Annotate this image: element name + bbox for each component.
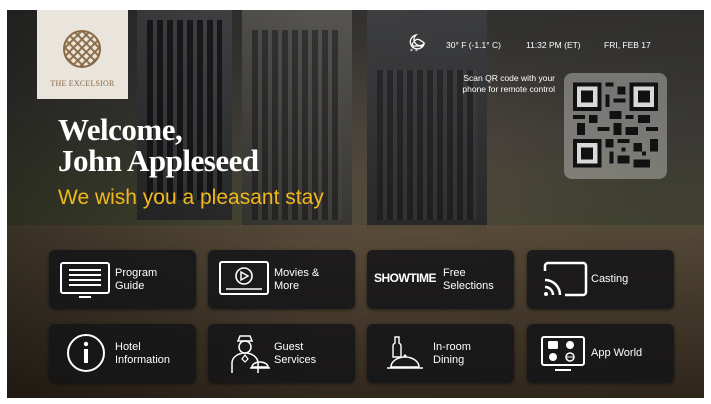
cast-icon <box>543 261 588 297</box>
guest-name: John Appleseed <box>58 143 259 178</box>
clock-time: 11:32 PM (ET) <box>526 40 581 50</box>
tile-label: Movies & More <box>274 250 319 309</box>
tile-label-line1: Movies & <box>274 266 320 279</box>
welcome-tagline: We wish you a pleasant stay <box>58 186 324 209</box>
tv-guide-icon <box>60 262 110 298</box>
tile-label-line1: App World <box>591 347 643 359</box>
tile-label: Casting <box>591 250 628 309</box>
showtime-logo: SHOWTIME <box>374 271 437 285</box>
concierge-icon <box>231 335 270 373</box>
tile-label-line1: Casting <box>591 273 629 285</box>
hotel-name: THE EXCELSIOR <box>50 79 115 88</box>
moon-cloud-snow-icon: * * <box>409 33 426 54</box>
dining-cloche-icon <box>387 336 423 369</box>
tile-label: Guest Services <box>274 324 316 383</box>
welcome-line1: Welcome, <box>58 112 183 147</box>
tile-program-guide[interactable]: Program Guide <box>49 250 196 309</box>
tile-hotel-information[interactable]: Hotel Information <box>49 324 196 383</box>
tile-casting[interactable]: Casting <box>527 250 674 309</box>
tile-in-room-dining[interactable]: In-room Dining <box>367 324 514 383</box>
qr-instructions-line2: phone for remote control <box>462 84 555 94</box>
tile-label-line2: More <box>274 279 300 292</box>
tile-label-line1: In-room <box>433 340 471 353</box>
play-screen-icon <box>219 261 269 295</box>
hotel-logo-icon <box>63 30 101 68</box>
tile-label-line1: Guest <box>274 340 304 353</box>
tile-label-line2: Selections <box>443 279 494 292</box>
tile-label-line1: Hotel <box>115 340 141 353</box>
qr-code-panel <box>564 73 667 179</box>
tile-label-line2: Services <box>274 353 317 366</box>
info-icon <box>67 334 105 372</box>
svg-text:* *: * * <box>410 48 418 54</box>
temperature: 30° F (-1.1° C) <box>446 40 501 50</box>
qr-code-image <box>573 82 658 168</box>
tile-label-line2: Guide <box>115 279 145 292</box>
tile-label-line1: Program <box>115 266 158 279</box>
date: FRI, FEB 17 <box>604 40 651 50</box>
qr-instructions-line1: Scan QR code with your <box>463 73 555 83</box>
tile-label: Free Selections <box>443 250 494 309</box>
tile-label: In-room Dining <box>433 324 471 383</box>
tile-label-line2: Dining <box>433 353 465 366</box>
tile-free-selections[interactable]: SHOWTIME Free Selections <box>367 250 514 309</box>
tile-app-world[interactable]: App World <box>527 324 674 383</box>
tile-guest-services[interactable]: Guest Services <box>208 324 355 383</box>
tile-label-line1: Free <box>443 266 466 279</box>
tv-home-screen: THE EXCELSIOR * * 30° F (-1.1° C) 11:32 … <box>7 10 704 398</box>
tile-label: Program Guide <box>115 250 157 309</box>
tile-label-line2: Information <box>115 353 171 366</box>
tile-movies-and-more[interactable]: Movies & More <box>208 250 355 309</box>
qr-instructions: Scan QR code with your phone for remote … <box>439 73 555 95</box>
tile-label: Hotel Information <box>115 324 170 383</box>
app-grid-screen-icon <box>541 336 585 371</box>
tile-label: App World <box>591 324 642 383</box>
hotel-logo-card: THE EXCELSIOR <box>37 10 128 99</box>
welcome-heading: Welcome, John Appleseed <box>58 114 259 176</box>
